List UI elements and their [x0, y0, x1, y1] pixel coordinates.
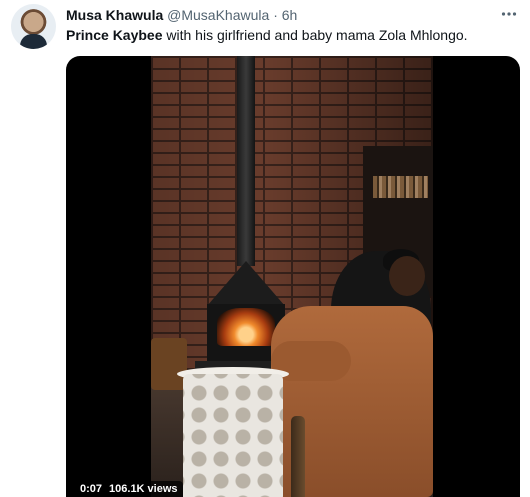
books — [373, 176, 428, 198]
video-timestamp: 0:07 — [80, 483, 103, 495]
more-dots-icon-svg — [501, 12, 517, 16]
tweet-text-body: with his girlfriend and baby mama Zola M… — [162, 27, 468, 43]
fireplace-hood — [207, 261, 285, 306]
avatar[interactable] — [11, 4, 56, 49]
tweet-text: Prince Kaybee with his girlfriend and ba… — [66, 26, 468, 44]
more-dots-icon[interactable] — [495, 0, 523, 28]
side-table — [183, 374, 283, 497]
tweet-timestamp[interactable]: 6h — [282, 7, 298, 23]
author-name[interactable]: Musa Khawula — [66, 7, 163, 23]
video-player[interactable] — [66, 56, 520, 497]
separator-dot: · — [273, 7, 278, 23]
bottle — [291, 416, 305, 497]
video-stats-badge: 0:07 106.1K views — [75, 481, 183, 497]
video-frame[interactable] — [151, 56, 433, 497]
tweet: Musa Khawula @MusaKhawula · 6h Prince Ka… — [0, 0, 530, 497]
author-handle[interactable]: @MusaKhawula — [167, 7, 269, 23]
video-views: 106.1K views — [109, 483, 178, 495]
basket — [151, 338, 187, 390]
fire — [217, 308, 275, 346]
avatar-shirt — [20, 34, 47, 49]
tweet-header: Musa Khawula @MusaKhawula · 6h — [66, 6, 297, 24]
head — [389, 256, 425, 296]
mention-link[interactable]: Prince Kaybee — [66, 27, 163, 43]
chimney-pipe — [237, 56, 255, 266]
